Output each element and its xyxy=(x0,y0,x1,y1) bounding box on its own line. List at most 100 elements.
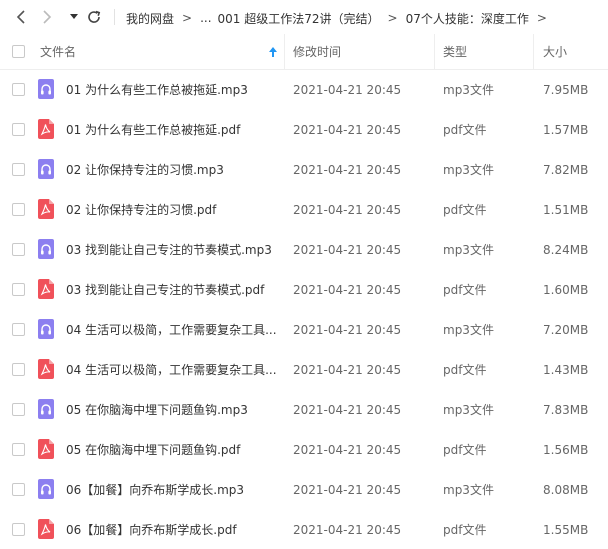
file-modified-time: 2021-04-21 20:45 xyxy=(293,443,402,457)
pdf-file-icon xyxy=(38,199,54,219)
sort-ascending-icon[interactable] xyxy=(268,46,278,58)
file-modified-time: 2021-04-21 20:45 xyxy=(293,163,402,177)
file-type: pdf文件 xyxy=(443,203,487,217)
file-modified-time: 2021-04-21 20:45 xyxy=(293,523,402,537)
file-modified-time: 2021-04-21 20:45 xyxy=(293,283,402,297)
audio-file-icon xyxy=(38,159,54,179)
file-size: 7.83MB xyxy=(543,403,589,417)
file-name: 06【加餐】向乔布斯学成长.mp3 xyxy=(66,483,245,497)
file-modified-time: 2021-04-21 20:45 xyxy=(293,123,402,137)
column-header-type[interactable]: 类型 xyxy=(443,34,467,70)
file-type: mp3文件 xyxy=(443,483,494,497)
file-name: 05 在你脑海中埋下问题鱼钩.mp3 xyxy=(66,403,248,417)
column-divider[interactable] xyxy=(434,34,435,70)
file-row[interactable]: 06【加餐】向乔布斯学成长.pdf 2021-04-21 20:45 pdf文件 1.… xyxy=(0,510,608,549)
breadcrumb-item-root[interactable]: 我的网盘 xyxy=(126,10,174,27)
forward-button[interactable] xyxy=(38,8,56,26)
file-type: pdf文件 xyxy=(443,443,487,457)
file-row[interactable]: 02 让你保持专注的习惯.pdf 2021-04-21 20:45 pdf文件 1.5… xyxy=(0,190,608,230)
file-row[interactable]: 06【加餐】向乔布斯学成长.mp3 2021-04-21 20:45 mp3文件 8.… xyxy=(0,470,608,510)
file-name: 02 让你保持专注的习惯.mp3 xyxy=(66,163,224,177)
select-all-checkbox[interactable] xyxy=(12,45,25,58)
file-type: mp3文件 xyxy=(443,243,494,257)
file-size: 1.43MB xyxy=(543,363,589,377)
pdf-file-icon xyxy=(38,279,54,299)
breadcrumb-separator: > xyxy=(182,11,193,25)
audio-file-icon xyxy=(38,399,54,419)
row-checkbox[interactable] xyxy=(12,403,25,416)
back-button[interactable] xyxy=(12,8,30,26)
breadcrumb-separator: > xyxy=(387,11,398,25)
file-name: 02 让你保持专注的习惯.pdf xyxy=(66,203,217,217)
file-size: 7.82MB xyxy=(543,163,589,177)
row-checkbox[interactable] xyxy=(12,83,25,96)
column-divider[interactable] xyxy=(284,34,285,70)
file-row[interactable]: 04 生活可以极简，工作需要复杂工具... 2021-04-21 20:45 pdf… xyxy=(0,350,608,390)
column-header-modified[interactable]: 修改时间 xyxy=(293,34,341,70)
file-modified-time: 2021-04-21 20:45 xyxy=(293,323,402,337)
file-row[interactable]: 05 在你脑海中埋下问题鱼钩.pdf 2021-04-21 20:45 pdf文件 1… xyxy=(0,430,608,470)
file-size: 1.51MB xyxy=(543,203,589,217)
chevron-left-icon xyxy=(16,10,25,24)
file-row[interactable]: 05 在你脑海中埋下问题鱼钩.mp3 2021-04-21 20:45 mp3文件 7… xyxy=(0,390,608,430)
row-checkbox[interactable] xyxy=(12,243,25,256)
file-row[interactable]: 01 为什么有些工作总被拖延.mp3 2021-04-21 20:45 mp3文件 7… xyxy=(0,70,608,110)
pdf-file-icon xyxy=(38,439,54,459)
file-row[interactable]: 01 为什么有些工作总被拖延.pdf 2021-04-21 20:45 pdf文件 1… xyxy=(0,110,608,150)
file-size: 1.55MB xyxy=(543,523,589,537)
file-name: 01 为什么有些工作总被拖延.pdf xyxy=(66,123,241,137)
file-type: pdf文件 xyxy=(443,283,487,297)
row-checkbox[interactable] xyxy=(12,483,25,496)
file-name: 04 生活可以极简，工作需要复杂工具... xyxy=(66,363,277,377)
column-divider[interactable] xyxy=(533,34,534,70)
file-name: 05 在你脑海中埋下问题鱼钩.pdf xyxy=(66,443,241,457)
file-size: 1.57MB xyxy=(543,123,589,137)
breadcrumb: 我的网盘 > ... 001 超级工作法72讲（完结） > 07个人技能：深度工… xyxy=(126,9,555,27)
row-checkbox[interactable] xyxy=(12,163,25,176)
file-row[interactable]: 04 生活可以极简，工作需要复杂工具... 2021-04-21 20:45 mp3… xyxy=(0,310,608,350)
file-size: 7.95MB xyxy=(543,83,589,97)
breadcrumb-item-current[interactable]: 07个人技能：深度工作 xyxy=(406,10,529,27)
file-modified-time: 2021-04-21 20:45 xyxy=(293,403,402,417)
pdf-file-icon xyxy=(38,519,54,539)
pdf-file-icon xyxy=(38,359,54,379)
file-row[interactable]: 02 让你保持专注的习惯.mp3 2021-04-21 20:45 mp3文件 7.8… xyxy=(0,150,608,190)
file-row[interactable]: 03 找到能让自己专注的节奏模式.pdf 2021-04-21 20:45 pdf文… xyxy=(0,270,608,310)
file-type: pdf文件 xyxy=(443,363,487,377)
breadcrumb-item-course[interactable]: 001 超级工作法72讲（完结） xyxy=(218,10,380,27)
file-name: 03 找到能让自己专注的节奏模式.mp3 xyxy=(66,243,272,257)
audio-file-icon xyxy=(38,239,54,259)
file-modified-time: 2021-04-21 20:45 xyxy=(293,483,402,497)
row-checkbox[interactable] xyxy=(12,203,25,216)
file-name: 06【加餐】向乔布斯学成长.pdf xyxy=(66,523,237,537)
file-name: 03 找到能让自己专注的节奏模式.pdf xyxy=(66,283,265,297)
chevron-right-icon xyxy=(43,10,52,24)
breadcrumb-item-ellipsis[interactable]: ... xyxy=(200,11,211,25)
file-size: 1.56MB xyxy=(543,443,589,457)
row-checkbox[interactable] xyxy=(12,323,25,336)
refresh-button[interactable] xyxy=(85,8,103,26)
file-type: mp3文件 xyxy=(443,323,494,337)
row-checkbox[interactable] xyxy=(12,523,25,536)
history-dropdown-button[interactable] xyxy=(65,8,83,26)
file-type: pdf文件 xyxy=(443,123,487,137)
row-checkbox[interactable] xyxy=(12,363,25,376)
toolbar-divider xyxy=(114,9,115,25)
file-type: mp3文件 xyxy=(443,83,494,97)
column-header-name[interactable]: 文件名 xyxy=(40,34,76,70)
file-row[interactable]: 03 找到能让自己专注的节奏模式.mp3 2021-04-21 20:45 mp3文… xyxy=(0,230,608,270)
file-size: 8.08MB xyxy=(543,483,589,497)
file-list-header: 文件名 修改时间 类型 大小 xyxy=(0,34,608,70)
audio-file-icon xyxy=(38,319,54,339)
breadcrumb-separator: > xyxy=(536,11,547,25)
file-modified-time: 2021-04-21 20:45 xyxy=(293,83,402,97)
file-name: 01 为什么有些工作总被拖延.mp3 xyxy=(66,83,248,97)
file-size: 1.60MB xyxy=(543,283,589,297)
row-checkbox[interactable] xyxy=(12,283,25,296)
column-header-size[interactable]: 大小 xyxy=(543,34,567,70)
file-type: pdf文件 xyxy=(443,523,487,537)
file-size: 7.20MB xyxy=(543,323,589,337)
row-checkbox[interactable] xyxy=(12,123,25,136)
row-checkbox[interactable] xyxy=(12,443,25,456)
file-modified-time: 2021-04-21 20:45 xyxy=(293,363,402,377)
